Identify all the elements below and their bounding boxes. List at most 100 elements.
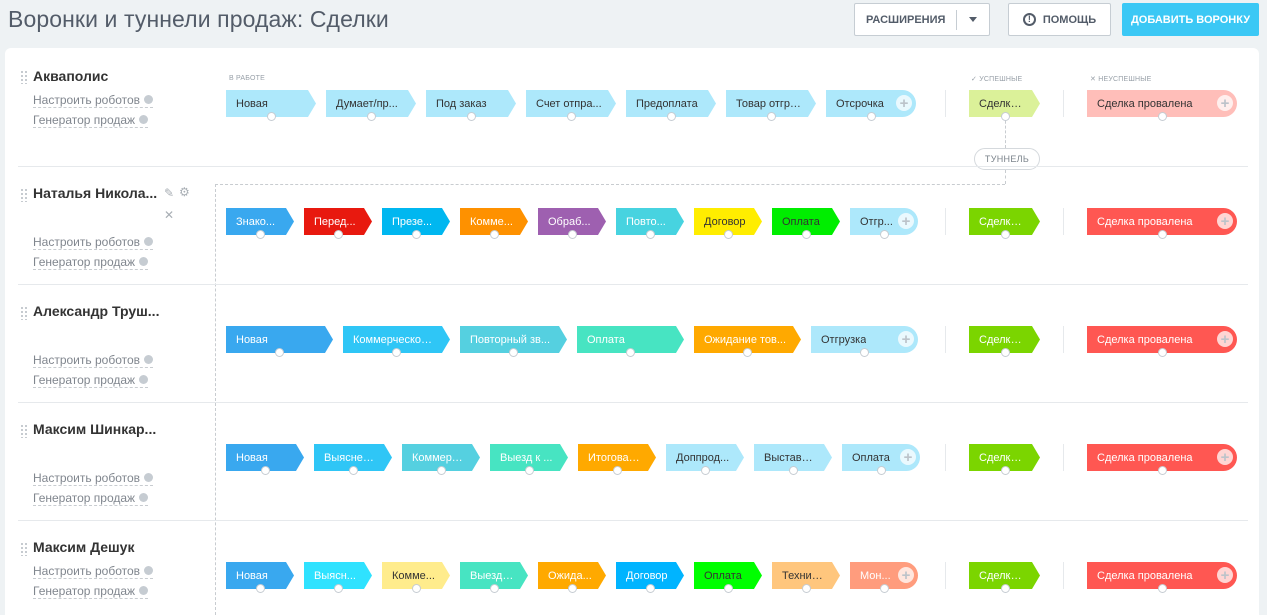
help-hint-icon[interactable] xyxy=(139,586,149,595)
add-stage-icon[interactable]: + xyxy=(900,449,916,465)
stage-connector-dot[interactable] xyxy=(1001,112,1010,121)
robots-link[interactable]: Настроить роботов xyxy=(33,93,154,108)
stage-connector-dot[interactable] xyxy=(743,348,752,357)
add-stage-icon[interactable]: + xyxy=(898,567,914,583)
stage-connector-dot[interactable] xyxy=(1001,230,1010,239)
stage-connector-dot[interactable] xyxy=(626,348,635,357)
generator-link[interactable]: Генератор продаж xyxy=(33,113,149,128)
drag-handle-icon[interactable] xyxy=(20,424,28,438)
drag-handle-icon[interactable] xyxy=(20,542,28,556)
stage-connector-dot[interactable] xyxy=(467,112,476,121)
drag-handle-icon[interactable] xyxy=(20,70,28,84)
add-funnel-button[interactable]: ДОБАВИТЬ ВОРОНКУ xyxy=(1122,3,1259,36)
stage-connector-dot[interactable] xyxy=(349,466,358,475)
stage-label: Мон... xyxy=(860,569,891,582)
stage-connector-dot[interactable] xyxy=(860,348,869,357)
stage-connector-dot[interactable] xyxy=(701,466,710,475)
funnel-name[interactable]: Максим Шинкар... xyxy=(33,421,156,437)
stage-label: Ожидание тов... xyxy=(704,333,787,346)
stage-connector-dot[interactable] xyxy=(646,584,655,593)
stage-connector-dot[interactable] xyxy=(256,230,265,239)
add-stage-icon[interactable]: + xyxy=(1217,331,1233,347)
add-stage-icon[interactable]: + xyxy=(1217,213,1233,229)
stage-connector-dot[interactable] xyxy=(767,112,776,121)
close-icon[interactable]: ✕ xyxy=(164,208,174,222)
help-hint-icon[interactable] xyxy=(139,115,149,124)
stage-connector-dot[interactable] xyxy=(1001,584,1010,593)
stage-connector-dot[interactable] xyxy=(275,348,284,357)
stage-connector-dot[interactable] xyxy=(613,466,622,475)
stage-connector-dot[interactable] xyxy=(724,584,733,593)
stage-connector-dot[interactable] xyxy=(490,584,499,593)
generator-link[interactable]: Генератор продаж xyxy=(33,373,149,388)
help-hint-icon[interactable] xyxy=(139,257,149,266)
add-stage-icon[interactable]: + xyxy=(898,213,914,229)
help-button[interactable]: ! ПОМОЩЬ xyxy=(1008,3,1111,36)
stage-connector-dot[interactable] xyxy=(789,466,798,475)
stage-connector-dot[interactable] xyxy=(667,112,676,121)
stage-connector-dot[interactable] xyxy=(1158,348,1167,357)
help-hint-icon[interactable] xyxy=(139,375,149,384)
stage-connector-dot[interactable] xyxy=(1158,230,1167,239)
help-hint-icon[interactable] xyxy=(144,95,154,104)
stage-connector-dot[interactable] xyxy=(367,112,376,121)
robots-link[interactable]: Настроить роботов xyxy=(33,235,154,250)
funnel-name[interactable]: Акваполис xyxy=(33,68,108,84)
stage-connector-dot[interactable] xyxy=(802,584,811,593)
stage-connector-dot[interactable] xyxy=(412,230,421,239)
success-stage-label: Сделка ... xyxy=(979,97,1026,110)
stage-connector-dot[interactable] xyxy=(256,584,265,593)
extensions-button[interactable]: РАСШИРЕНИЯ xyxy=(854,3,990,36)
add-stage-icon[interactable]: + xyxy=(898,331,914,347)
robots-link[interactable]: Настроить роботов xyxy=(33,471,154,486)
gear-icon[interactable]: ⚙ xyxy=(179,185,190,199)
generator-link[interactable]: Генератор продаж xyxy=(33,255,149,270)
stage-connector-dot[interactable] xyxy=(267,112,276,121)
stage-connector-dot[interactable] xyxy=(724,230,733,239)
robots-link[interactable]: Настроить роботов xyxy=(33,353,154,368)
stage-connector-dot[interactable] xyxy=(437,466,446,475)
generator-link[interactable]: Генератор продаж xyxy=(33,584,149,599)
generator-link[interactable]: Генератор продаж xyxy=(33,491,149,506)
extensions-dropdown-toggle[interactable] xyxy=(957,17,989,22)
stage-connector-dot[interactable] xyxy=(412,584,421,593)
add-stage-icon[interactable]: + xyxy=(1217,449,1233,465)
column-separator xyxy=(945,444,946,471)
stage-connector-dot[interactable] xyxy=(490,230,499,239)
stage-connector-dot[interactable] xyxy=(880,230,889,239)
stage-connector-dot[interactable] xyxy=(392,348,401,357)
funnel-name[interactable]: Александр Труш... xyxy=(33,303,159,319)
add-stage-icon[interactable]: + xyxy=(1217,95,1233,111)
funnel-name[interactable]: Максим Дешук xyxy=(33,539,134,555)
stage-connector-dot[interactable] xyxy=(867,112,876,121)
help-hint-icon[interactable] xyxy=(144,473,154,482)
stage-connector-dot[interactable] xyxy=(1001,466,1010,475)
stage-connector-dot[interactable] xyxy=(802,230,811,239)
stage-connector-dot[interactable] xyxy=(525,466,534,475)
stage-connector-dot[interactable] xyxy=(334,584,343,593)
add-stage-icon[interactable]: + xyxy=(1217,567,1233,583)
help-hint-icon[interactable] xyxy=(144,566,154,575)
stage-connector-dot[interactable] xyxy=(568,584,577,593)
help-hint-icon[interactable] xyxy=(144,237,154,246)
stage-connector-dot[interactable] xyxy=(1158,584,1167,593)
help-hint-icon[interactable] xyxy=(139,493,149,502)
robots-link[interactable]: Настроить роботов xyxy=(33,564,154,579)
help-hint-icon[interactable] xyxy=(144,355,154,364)
pencil-icon[interactable]: ✎ xyxy=(164,186,174,200)
stage-connector-dot[interactable] xyxy=(1001,348,1010,357)
drag-handle-icon[interactable] xyxy=(20,306,28,320)
stage-connector-dot[interactable] xyxy=(567,112,576,121)
stage-connector-dot[interactable] xyxy=(334,230,343,239)
stage-connector-dot[interactable] xyxy=(880,584,889,593)
stage-connector-dot[interactable] xyxy=(509,348,518,357)
stage-connector-dot[interactable] xyxy=(568,230,577,239)
drag-handle-icon[interactable] xyxy=(20,188,28,202)
funnel-name[interactable]: Наталья Никола... xyxy=(33,185,157,201)
stage-connector-dot[interactable] xyxy=(877,466,886,475)
add-stage-icon[interactable]: + xyxy=(896,95,912,111)
stage-connector-dot[interactable] xyxy=(261,466,270,475)
stage-connector-dot[interactable] xyxy=(646,230,655,239)
stage-connector-dot[interactable] xyxy=(1158,466,1167,475)
stage-connector-dot[interactable] xyxy=(1158,112,1167,121)
